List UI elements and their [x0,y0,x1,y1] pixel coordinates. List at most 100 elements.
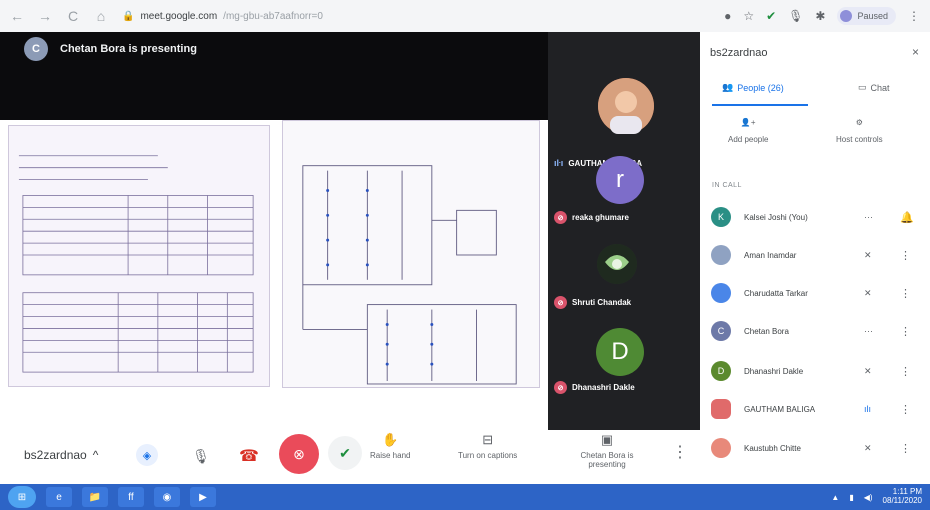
end-call-icon[interactable]: ☎ [237,444,261,468]
raise-hand-button[interactable]: ✋ Raise hand [370,432,410,460]
more-options-icon[interactable]: ⋮ [900,442,911,455]
participant-row[interactable]: Aman Inamdar ✕ ⋮ [700,241,930,269]
ie-icon[interactable]: e [46,487,72,507]
participant-row[interactable]: Kaustubh Chitte ✕ ⋮ [700,434,930,462]
participant-name-label: reaka ghumare [572,213,629,222]
more-options-icon[interactable]: ⋮ [672,442,688,462]
extensions: ● ☆ ✔ 🎙 ✱ Paused ⋮ [724,7,920,25]
media-player-icon[interactable]: ▶ [190,487,216,507]
participant-tile[interactable]: ⊘ Shruti Chandak [548,240,700,340]
pin-icon[interactable]: 🔔 [900,211,914,224]
more-options-icon[interactable]: ⋮ [900,365,911,378]
start-button[interactable]: ⊞ [8,486,36,508]
chevron-up-icon: ^ [92,448,99,462]
add-people-label: Add people [728,135,769,144]
people-icon: 👥 [722,82,734,92]
chrome-icon[interactable]: ◉ [154,487,180,507]
tab-people[interactable]: 👥 People (26) [722,82,784,93]
close-icon[interactable]: × [912,45,919,59]
profile-paused-button[interactable]: Paused [837,7,896,25]
host-controls-label: Host controls [836,135,883,144]
participant-avatar [711,283,731,303]
mic-off-icon: ⊘ [554,211,567,224]
participant-row-name: GAUTHAM BALIGA [744,404,816,414]
more-options-icon[interactable]: ⋮ [900,403,911,416]
presenting-label: Chetan Bora is presenting [580,450,634,470]
participant-row-name: Kaustubh Chitte [744,443,801,453]
network-icon[interactable]: ▮ [849,493,853,502]
screen: ← → C ⌂ 🔒 meet.google.com/mg-gbu-ab7aafn… [0,0,930,510]
reload-icon[interactable]: C [66,8,80,24]
host-controls-icon: ⚙ [855,118,863,127]
handwritten-table-drawing [18,155,254,373]
mic-off-icon: ✕ [864,287,872,298]
tab-chat[interactable]: ▭ Chat [858,82,890,93]
star-icon[interactable]: ☆ [743,9,754,23]
address-bar[interactable]: 🔒 meet.google.com/mg-gbu-ab7aafnorr=0 [122,5,710,27]
camera-off-button[interactable]: ⊗ [279,434,319,474]
captions-icon: ⊟ [482,432,494,447]
presenter-banner: C Chetan Bora is presenting [0,32,548,120]
mic-off-icon: ⊘ [554,296,567,309]
captions-button[interactable]: ⊟ Turn on captions [458,432,517,460]
participant-name: ⊘ Dhanashri Dakle [554,381,635,394]
participant-row[interactable]: K Kalsei Joshi (You) ··· 🔔 [700,203,930,231]
mic-off-icon: ✕ [864,365,872,376]
meeting-details-button[interactable]: bs2zardnao ^ [24,448,98,462]
participant-row[interactable]: D Dhanashri Dakle ✕ ⋮ [700,357,930,385]
side-panel: bs2zardnao × 👥 People (26) ▭ Chat 👤+ Add… [700,32,930,484]
clock[interactable]: 1:11 PM 08/11/2020 [883,487,922,506]
participant-name: ⊘ reaka ghumare [554,211,629,224]
in-call-heading: IN CALL [712,182,742,189]
handwritten-diagram-drawing [302,165,517,385]
lock-icon: 🔒 [122,10,135,22]
record-icon[interactable]: ● [724,9,731,23]
volume-icon[interactable]: ◀) [864,493,873,502]
url-path: /mg-gbu-ab7aafnorr=0 [223,10,323,22]
participant-name-label: Dhanashri Dakle [572,383,635,392]
check-icon[interactable]: ✔ [328,436,362,470]
handwritten-page-left [8,125,270,387]
mic-off-icon: ✕ [864,442,872,453]
participant-row[interactable]: Charudatta Tarkar ✕ ⋮ [700,279,930,307]
participant-row[interactable]: C Chetan Bora ··· ⋮ [700,317,930,345]
home-icon[interactable]: ⌂ [94,8,108,24]
check-extension-icon[interactable]: ✔ [766,9,776,23]
participant-photo [598,78,654,134]
participant-avatar: D [596,328,644,376]
participant-photo [597,244,637,284]
participant-row[interactable]: GAUTHAM BALIGA ılı ⋮ [700,395,930,423]
active-tab-indicator [712,104,808,106]
folder-icon[interactable]: 📁 [82,487,108,507]
add-people-button[interactable]: 👤+ Add people [728,118,768,144]
participant-tile[interactable]: D ⊘ Dhanashri Dakle [548,328,700,428]
puzzle-icon[interactable]: ✱ [815,9,825,23]
mic-icon[interactable]: 🎙 [189,444,213,468]
url-host: meet.google.com [140,10,218,22]
shield-icon[interactable]: ◈ [136,444,158,466]
participant-avatar: r [596,156,644,204]
presenter-avatar: C [24,37,48,61]
presenting-button[interactable]: ▣ Chetan Bora is presenting [574,432,640,470]
captions-label: Turn on captions [458,450,518,460]
system-tray: ▲ ▮ ◀) 1:11 PM 08/11/2020 [831,487,922,506]
menu-icon[interactable]: ⋮ [908,9,920,23]
participant-tile[interactable]: r ⊘ reaka ghumare [548,150,700,250]
add-person-icon: 👤+ [740,118,756,127]
forward-icon[interactable]: → [38,8,52,24]
raise-hand-label: Raise hand [370,450,411,460]
participant-avatar: C [711,321,731,341]
participant-row-name: Dhanashri Dakle [744,366,804,376]
tray-arrow-icon[interactable]: ▲ [831,493,839,502]
mic-extension-icon[interactable]: 🎙 [788,9,803,23]
more-options-icon[interactable]: ⋮ [900,249,911,262]
participant-row-name: Aman Inamdar [744,250,797,260]
leaf-avatar-icon [597,244,637,284]
firefox-icon[interactable]: ff [118,487,144,507]
back-icon[interactable]: ← [10,8,24,24]
host-controls-button[interactable]: ⚙ Host controls [836,118,883,144]
presenter-text: Chetan Bora is presenting [60,43,197,55]
control-bar: bs2zardnao ^ ◈ 🎙 ☎ ⊗ ✔ ✋ Raise hand ⊟ Tu… [0,430,700,484]
more-options-icon[interactable]: ⋮ [900,287,911,300]
more-options-icon[interactable]: ⋮ [900,325,911,338]
